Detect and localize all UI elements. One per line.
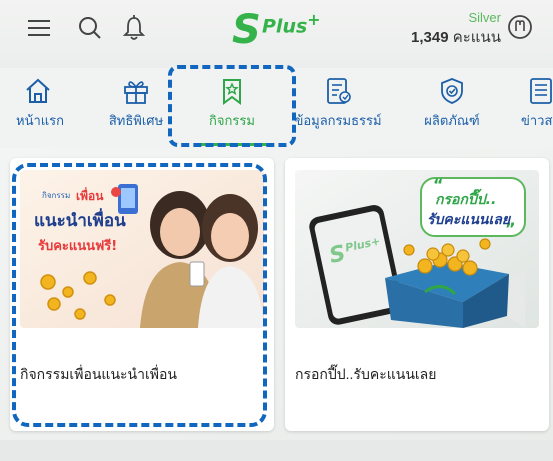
notification-bell-icon[interactable] (120, 14, 148, 42)
nav-label-news: ข่าวส (521, 113, 553, 128)
hamburger-menu-icon[interactable] (26, 14, 54, 42)
nav-item-policy-info[interactable]: ข้อมูลกรมธรรม์ (290, 68, 386, 148)
code-entry-banner-image: S Plus+ “ ” กรอกปี๊ป.. รับคะแนนเลย (295, 170, 539, 328)
points-balance: 1,349 คะแนน (411, 29, 501, 46)
card-highlight-annotation (12, 163, 267, 427)
user-profile-icon[interactable] (506, 13, 534, 41)
policy-document-icon (327, 78, 351, 104)
activity-card-code-entry[interactable]: S Plus+ “ ” กรอกปี๊ป.. รับคะแนนเลย กรอกป… (285, 158, 549, 431)
logo-letter: S (232, 7, 261, 53)
home-icon (26, 78, 50, 103)
card-title-code-entry: กรอกปี๊ป..รับคะแนนเลย (295, 366, 437, 382)
news-icon (530, 78, 552, 104)
card-banner-code-entry: S Plus+ “ ” กรอกปี๊ป.. รับคะแนนเลย (295, 170, 539, 328)
nav-item-news[interactable]: ข่าวส (518, 68, 553, 148)
gift-icon (124, 81, 148, 104)
nav-item-privileges[interactable]: สิทธิพิเศษ (104, 68, 168, 148)
nav-label-products: ผลิตภัณฑ์ (424, 113, 480, 128)
membership-tier: Silver (468, 10, 501, 25)
nav-label-home: หน้าแรก (16, 113, 64, 128)
nav-highlight-annotation (168, 65, 296, 147)
bottom-strip (0, 440, 553, 461)
search-icon[interactable] (76, 14, 104, 42)
logo-text: Plus+ (262, 10, 321, 38)
bubble-line2: รับคะแนนเลย (427, 212, 512, 228)
nav-item-home[interactable]: หน้าแรก (16, 68, 64, 148)
shield-check-icon (441, 78, 463, 104)
nav-label-privileges: สิทธิพิเศษ (108, 113, 164, 128)
splus-logo: S Plus+ (232, 6, 332, 54)
app-header: S Plus+ Silver 1,349 คะแนน (0, 0, 553, 68)
nav-label-policy-info: ข้อมูลกรมธรรม์ (294, 113, 382, 128)
nav-item-products[interactable]: ผลิตภัณฑ์ (420, 68, 484, 148)
